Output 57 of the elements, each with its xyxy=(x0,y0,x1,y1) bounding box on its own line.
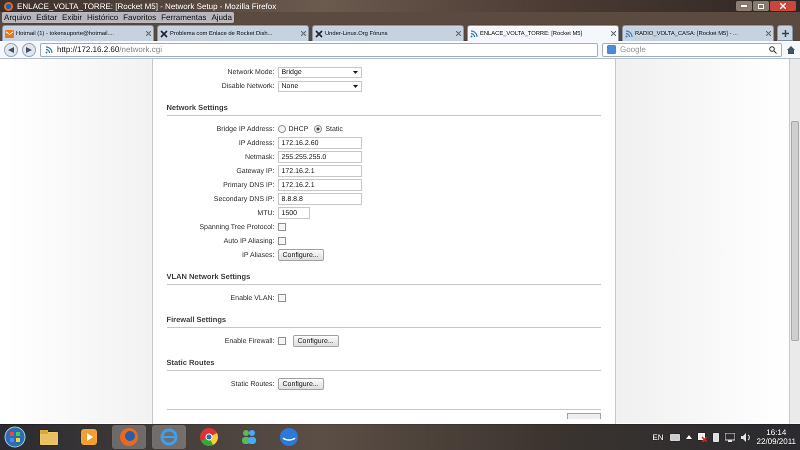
speaker-icon[interactable] xyxy=(740,432,751,442)
clock-date: 22/09/2011 xyxy=(756,437,796,446)
close-icon[interactable] xyxy=(146,31,151,36)
checkbox[interactable] xyxy=(278,237,286,245)
forward-arrow-icon xyxy=(26,46,32,52)
close-icon[interactable] xyxy=(611,31,616,36)
back-arrow-icon xyxy=(8,46,14,52)
maximize-icon xyxy=(758,4,764,8)
menu-item[interactable]: Ajuda xyxy=(211,12,232,23)
radio-button[interactable] xyxy=(278,125,286,133)
close-icon[interactable] xyxy=(456,31,461,36)
language-indicator[interactable]: EN xyxy=(652,432,664,442)
chrome-icon[interactable] xyxy=(200,428,218,446)
minimize-icon xyxy=(741,5,747,7)
caret-icon[interactable] xyxy=(686,435,692,439)
url-host: http://172.16.2.60 xyxy=(57,45,120,54)
menu-item[interactable]: Ferramentas xyxy=(161,12,206,23)
home-icon[interactable] xyxy=(786,44,796,54)
checkbox[interactable] xyxy=(278,294,286,302)
radio-button[interactable] xyxy=(314,125,322,133)
new-tab-button[interactable] xyxy=(777,25,793,41)
window-title: ENLACE_VOLTA_TORRE: [Rocket M5] - Network Setup - Mozilla Firefox xyxy=(17,2,278,10)
menu-item[interactable]: Arquivo xyxy=(4,12,32,23)
wireless-icon xyxy=(45,46,53,54)
browser-logo-icon xyxy=(4,2,13,10)
cross-icon xyxy=(160,30,168,38)
close-icon[interactable] xyxy=(301,31,306,36)
back-button[interactable] xyxy=(4,42,18,56)
caret-icon xyxy=(352,84,358,88)
checkbox[interactable] xyxy=(278,223,286,231)
menu-item[interactable]: Editar xyxy=(36,12,58,23)
keyboard-icon[interactable] xyxy=(670,434,680,440)
scrollbar[interactable] xyxy=(789,59,800,424)
address-bar[interactable]: http://172.16.2.60/network.cgi xyxy=(40,42,598,56)
close-icon[interactable] xyxy=(766,31,771,36)
folder-icon[interactable] xyxy=(40,430,58,444)
caret-icon xyxy=(352,70,358,74)
cross-icon xyxy=(315,30,323,38)
minimize-button[interactable] xyxy=(736,1,752,11)
people-icon[interactable] xyxy=(240,429,258,445)
media-player-icon[interactable] xyxy=(81,429,97,445)
menu-item[interactable]: Histórico xyxy=(87,12,118,23)
menu-item[interactable]: Favoritos xyxy=(123,12,156,23)
checkbox[interactable] xyxy=(278,337,286,345)
mail-icon xyxy=(5,30,14,38)
close-icon xyxy=(780,3,786,9)
clock-time: 16:14 xyxy=(766,428,786,437)
wireless-icon xyxy=(470,30,478,38)
maximize-button[interactable] xyxy=(753,1,769,11)
plus-icon xyxy=(782,30,788,36)
menu-item[interactable]: Exibir xyxy=(62,12,82,23)
search-icon[interactable] xyxy=(769,46,777,54)
wireless-icon xyxy=(625,30,633,38)
url-path: /network.cgi xyxy=(119,45,162,54)
forward-button[interactable] xyxy=(22,42,36,56)
start-orb-icon[interactable] xyxy=(4,426,26,448)
close-button[interactable] xyxy=(770,1,796,11)
